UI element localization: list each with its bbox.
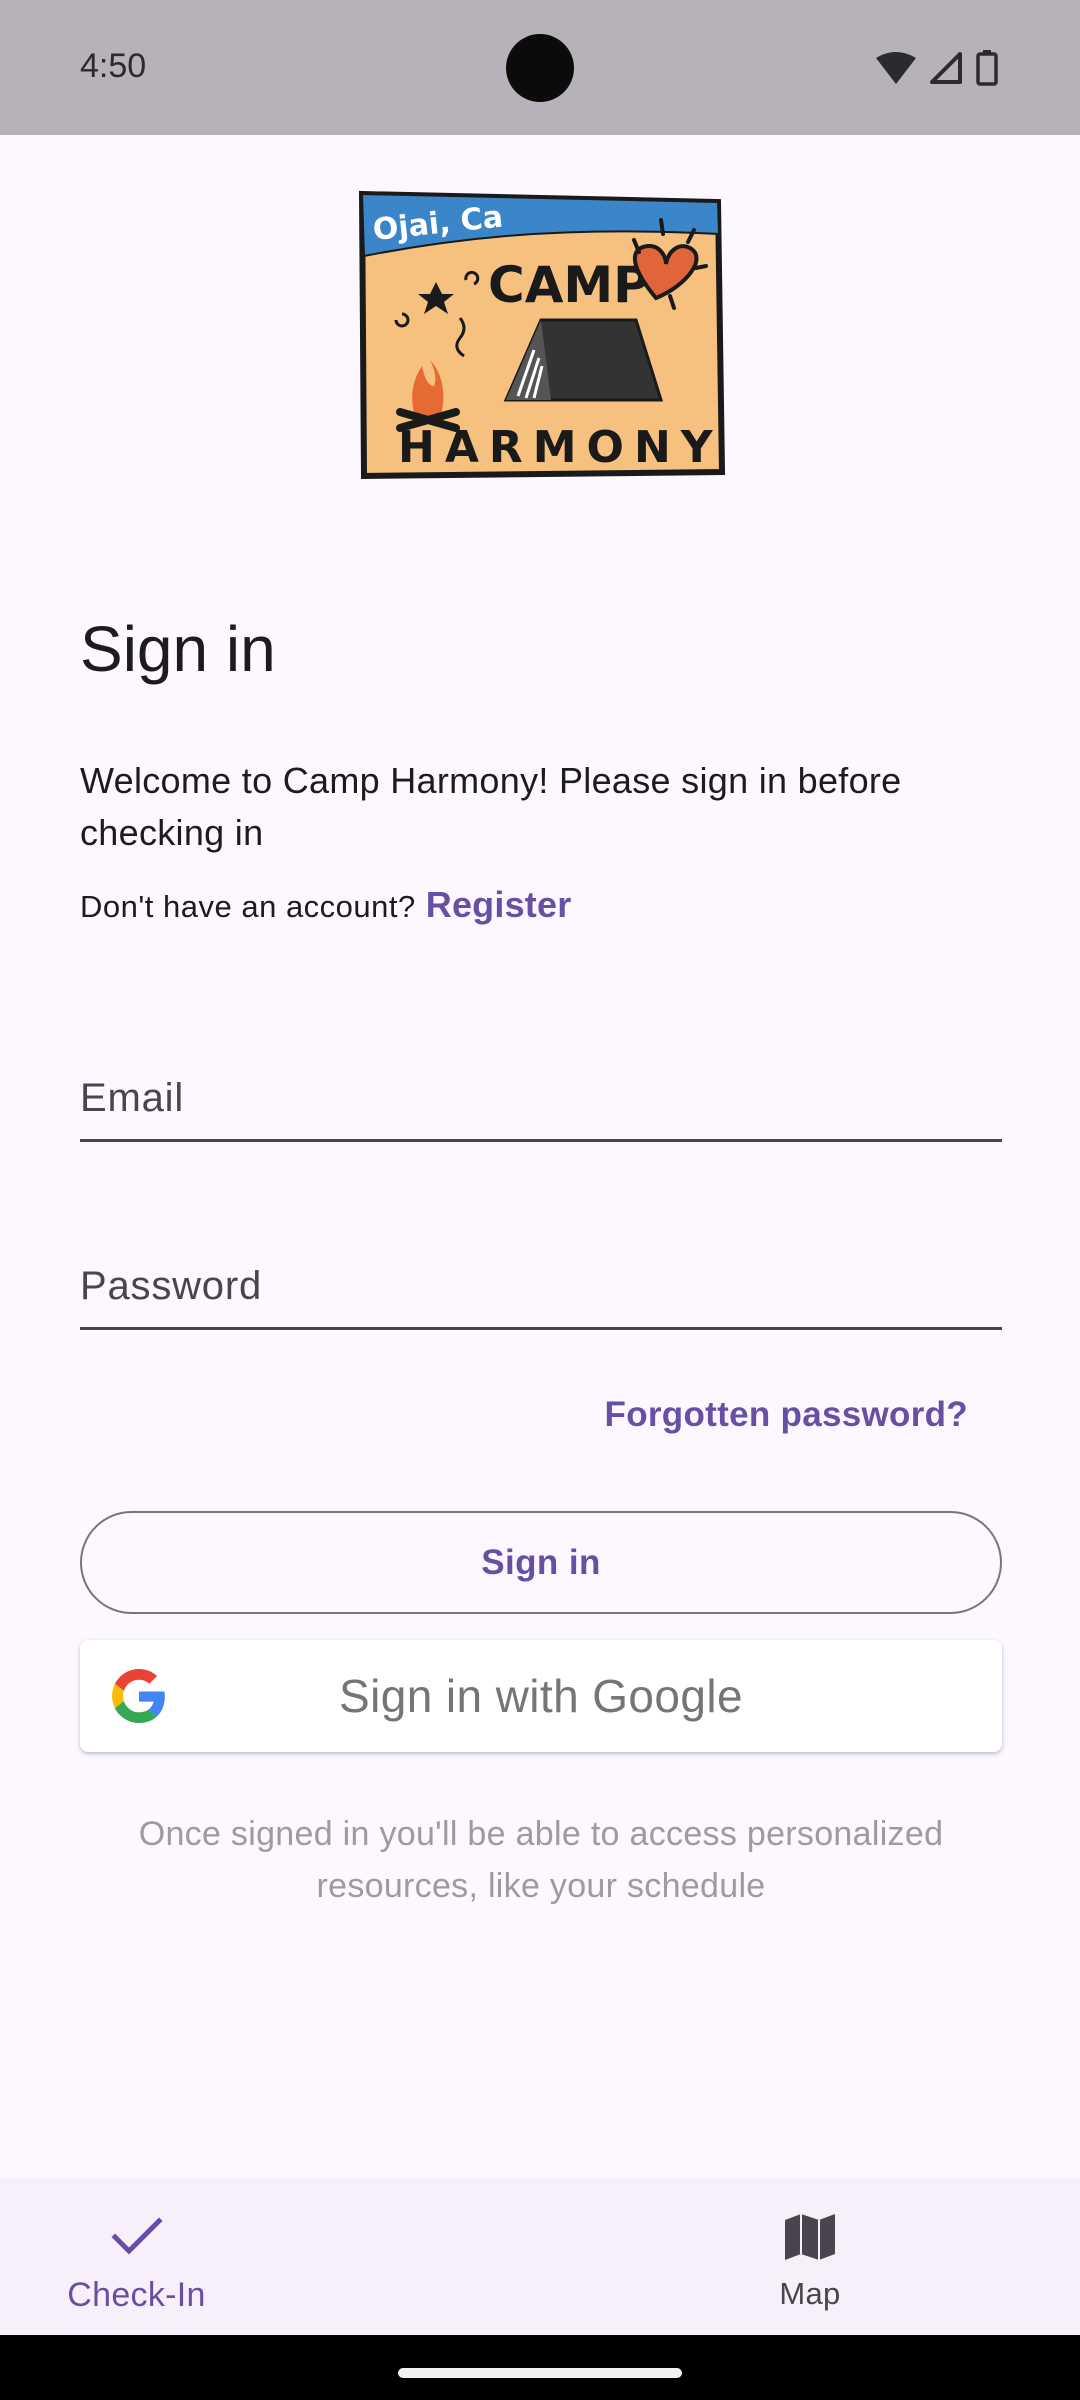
cell-signal-icon: [930, 52, 962, 89]
camera-cutout: [506, 34, 574, 102]
google-logo-icon: [112, 1669, 166, 1723]
forgot-password-link[interactable]: Forgotten password?: [605, 1395, 968, 1435]
status-bar: 4:50: [0, 0, 1080, 135]
status-time: 4:50: [80, 47, 147, 85]
no-account-text: Don't have an account?: [80, 889, 416, 924]
nav-label-check-in: Check-In: [67, 2276, 206, 2314]
bottom-navigation: Check-In Map: [0, 2178, 1080, 2335]
map-icon: [783, 2210, 837, 2264]
register-link[interactable]: Register: [426, 884, 572, 926]
sign-in-screen: 4:50 Ojai, Ca CAMP HARMONY Sign in Welco…: [0, 0, 1080, 2400]
email-input[interactable]: [80, 1076, 1002, 1121]
sign-in-note: Once signed in you'll be able to access …: [138, 1815, 944, 1905]
nav-item-map[interactable]: Map: [540, 2178, 1080, 2335]
register-row: Don't have an account? Register: [80, 884, 571, 926]
home-handle[interactable]: [398, 2368, 682, 2378]
sign-in-button[interactable]: Sign in: [80, 1511, 1002, 1614]
email-field[interactable]: [80, 1022, 1002, 1142]
check-icon: [110, 2210, 163, 2264]
logo-harmony-text: HARMONY: [398, 422, 723, 473]
wifi-icon: [876, 52, 916, 89]
google-sign-in-button[interactable]: Sign in with Google: [80, 1640, 1002, 1752]
logo-camp-text: CAMP: [488, 256, 650, 314]
nav-label-map: Map: [779, 2276, 841, 2311]
welcome-text: Welcome to Camp Harmony! Please sign in …: [80, 760, 902, 853]
google-sign-in-label: Sign in with Google: [339, 1670, 743, 1722]
password-input[interactable]: [80, 1264, 1002, 1309]
camp-harmony-logo: Ojai, Ca CAMP HARMONY: [356, 190, 726, 480]
nav-item-check-in[interactable]: Check-In: [0, 2178, 540, 2335]
status-icons: [876, 50, 998, 91]
battery-icon: [976, 50, 998, 91]
page-title: Sign in: [80, 613, 276, 685]
password-field[interactable]: [80, 1210, 1002, 1330]
gesture-bar: [0, 2335, 1080, 2400]
